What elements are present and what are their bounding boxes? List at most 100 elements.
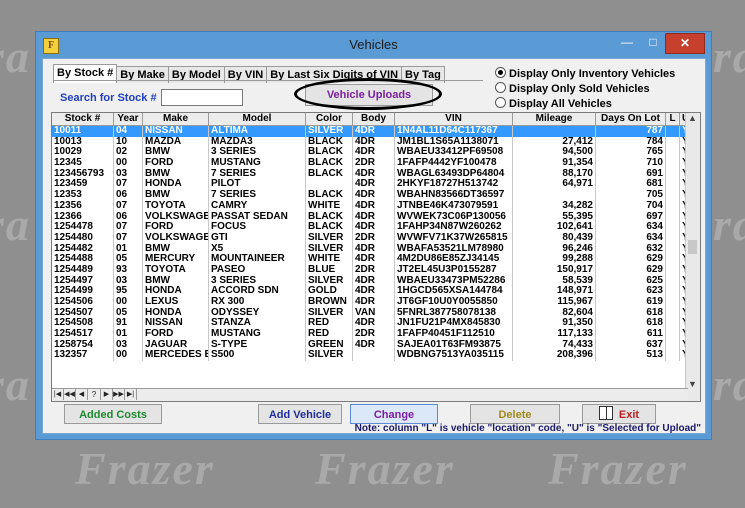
- cell-vin: JTNBE46K473079591: [395, 200, 513, 212]
- cell-stock: 12356: [52, 200, 114, 212]
- filter-radio-group: Display Only Inventory Vehicles Display …: [495, 67, 675, 112]
- nav-button[interactable]: ◀: [76, 389, 88, 400]
- cell-location: [666, 232, 680, 244]
- cell-stock: 1254517: [52, 329, 114, 340]
- table-row[interactable]: 12356 07 TOYOTA CAMRY WHITE 4DR JTNBE46K473079…: [52, 200, 692, 212]
- filter-all[interactable]: Display All Vehicles: [495, 97, 675, 112]
- cell-mileage: 80,439: [513, 232, 596, 244]
- cell-mileage: 74,433: [513, 339, 596, 351]
- table-row[interactable]: 1254478 07 FORD FOCUS BLACK 4DR 1FAHP34N87W260…: [52, 222, 692, 233]
- cell-make: HONDA: [143, 286, 209, 297]
- cell-color: RED: [306, 318, 353, 330]
- title-bar[interactable]: F Vehicles — □ ✕: [36, 32, 711, 58]
- cell-model: S500: [209, 350, 306, 362]
- cell-stock: 1254508: [52, 318, 114, 330]
- nav-button[interactable]: ▶▶: [113, 389, 125, 400]
- minimize-button[interactable]: —: [615, 33, 639, 52]
- cell-model: MOUNTAINEER: [209, 254, 306, 265]
- search-tabs: By Stock # By Make By Model By VIN By Last S…: [53, 64, 445, 83]
- vehicles-table: Stock # Year Make Model Color Body VIN Mileage D…: [52, 113, 692, 362]
- delete-button[interactable]: Delete: [470, 404, 560, 424]
- column-header-mileage[interactable]: Mileage: [513, 113, 596, 125]
- cell-model: CAMRY: [209, 200, 306, 212]
- nav-button[interactable]: |◀: [52, 389, 64, 400]
- column-header-color[interactable]: Color: [306, 113, 353, 125]
- cell-days-on-lot: 787: [596, 126, 666, 137]
- cell-stock: 1254497: [52, 275, 114, 287]
- table-row[interactable]: 10013 10 MAZDA MAZDA3 BLACK 4DR JM1BL1S65A1138…: [52, 136, 692, 148]
- cell-model: PASEO: [209, 264, 306, 276]
- radio-icon: [495, 67, 506, 78]
- stock-search-input[interactable]: [161, 89, 243, 106]
- cell-body: 4DR: [353, 136, 395, 148]
- table-row[interactable]: 123459 07 HONDA PILOT 4DR 2HKYF18727H513742 64…: [52, 179, 692, 191]
- table-row[interactable]: 1254489 93 TOYOTA PASEO BLUE 2DR JT2EL45U3P015…: [52, 264, 692, 276]
- table-row[interactable]: 1254507 05 HONDA ODYSSEY SILVER VAN 5FNRL38775…: [52, 307, 692, 319]
- cell-mileage: 99,288: [513, 254, 596, 265]
- column-header-year[interactable]: Year: [114, 113, 143, 125]
- cell-location: [666, 136, 680, 148]
- scroll-down-icon[interactable]: ▼: [688, 379, 697, 389]
- scroll-thumb[interactable]: [688, 240, 697, 254]
- table-row[interactable]: 1254506 00 LEXUS RX 300 BROWN 4DR JT6GF10U0Y00…: [52, 297, 692, 308]
- radio-icon: [495, 82, 506, 93]
- added-costs-button[interactable]: Added Costs: [64, 404, 162, 424]
- cell-color: BLACK: [306, 136, 353, 148]
- cell-mileage: 88,170: [513, 168, 596, 180]
- cell-make: MERCURY: [143, 254, 209, 265]
- scroll-up-icon[interactable]: ▲: [688, 113, 697, 123]
- table-row[interactable]: 12353 06 BMW 7 SERIES BLACK 4DR WBAHN83566DT36…: [52, 190, 692, 201]
- table-row[interactable]: 1258754 03 JAGUAR S-TYPE GREEN 4DR SAJEA01T63F…: [52, 339, 692, 351]
- column-header-days-on-lot[interactable]: Days On Lot: [596, 113, 666, 125]
- cell-make: BMW: [143, 147, 209, 159]
- column-header-make[interactable]: Make: [143, 113, 209, 125]
- cell-model: FOCUS: [209, 222, 306, 233]
- filter-inventory[interactable]: Display Only Inventory Vehicles: [495, 67, 675, 82]
- cell-days-on-lot: 784: [596, 136, 666, 148]
- table-row[interactable]: 10011 04 NISSAN ALTIMA SILVER 4DR 1N4AL11D64C1…: [52, 126, 692, 137]
- vertical-scrollbar[interactable]: ▲ ▼: [685, 113, 700, 401]
- exit-button[interactable]: Exit: [582, 404, 656, 424]
- column-header-vin[interactable]: VIN: [395, 113, 513, 125]
- column-header-model[interactable]: Model: [209, 113, 306, 125]
- table-row[interactable]: 10029 02 BMW 3 SERIES BLACK 4DR WBAEU33412PF69…: [52, 147, 692, 159]
- nav-button[interactable]: ▶|: [125, 389, 137, 400]
- cell-color: GOLD: [306, 286, 353, 297]
- table-row[interactable]: 12366 06 VOLKSWAGE PASSAT SEDAN BLACK 4DR WVWE…: [52, 211, 692, 223]
- column-header-location[interactable]: L: [666, 113, 680, 125]
- record-number[interactable]: ?: [88, 389, 101, 400]
- cell-year: 07: [114, 179, 143, 191]
- table-row[interactable]: 1254480 07 VOLKSWAGE GTI SILVER 2DR WVWFV71K37…: [52, 232, 692, 244]
- vehicles-grid[interactable]: Stock # Year Make Model Color Body VIN Mileage D…: [51, 112, 701, 402]
- cell-year: 07: [114, 232, 143, 244]
- cell-body: [353, 350, 395, 362]
- close-button[interactable]: ✕: [665, 33, 705, 54]
- cell-color: GREEN: [306, 339, 353, 351]
- cell-year: 01: [114, 243, 143, 255]
- change-button[interactable]: Change: [350, 404, 438, 424]
- cell-days-on-lot: 697: [596, 211, 666, 223]
- cell-color: SILVER: [306, 243, 353, 255]
- maximize-button[interactable]: □: [641, 33, 665, 52]
- nav-button[interactable]: ◀◀: [64, 389, 76, 400]
- table-row[interactable]: 1254517 01 FORD MUSTANG RED 2DR 1FAFP40451F112…: [52, 329, 692, 340]
- table-row[interactable]: 1254499 95 HONDA ACCORD SDN GOLD 4DR 1HGCD565X…: [52, 286, 692, 297]
- column-header-stock[interactable]: Stock #: [52, 113, 114, 125]
- cell-stock: 12353: [52, 190, 114, 201]
- cell-year: 03: [114, 275, 143, 287]
- table-row[interactable]: 1254508 91 NISSAN STANZA RED 4DR JN1FU21P4MX84…: [52, 318, 692, 330]
- vehicle-uploads-button[interactable]: Vehicle Uploads: [305, 84, 433, 106]
- cell-color: SILVER: [306, 126, 353, 137]
- add-vehicle-button[interactable]: Add Vehicle: [258, 404, 342, 424]
- cell-mileage: 102,641: [513, 222, 596, 233]
- table-row[interactable]: 123456793 03 BMW 7 SERIES BLACK 4DR WBAGL63493…: [52, 168, 692, 180]
- table-row[interactable]: 1254482 01 BMW X5 SILVER 4DR WBAFA53521LM78980…: [52, 243, 692, 255]
- column-header-body[interactable]: Body: [353, 113, 395, 125]
- table-row[interactable]: 1254497 03 BMW 3 SERIES SILVER 4DR WBAEU33473P…: [52, 275, 692, 287]
- cell-body: 4DR: [353, 222, 395, 233]
- table-row[interactable]: 12345 00 FORD MUSTANG BLACK 2DR 1FAFP4442YF100…: [52, 158, 692, 169]
- table-row[interactable]: 1254488 05 MERCURY MOUNTAINEER WHITE 4DR 4M2DU…: [52, 254, 692, 265]
- filter-sold[interactable]: Display Only Sold Vehicles: [495, 82, 675, 97]
- table-row[interactable]: 132357 00 MERCEDES E S500 SILVER WDBNG7513YA0…: [52, 350, 692, 362]
- nav-button[interactable]: ▶: [101, 389, 113, 400]
